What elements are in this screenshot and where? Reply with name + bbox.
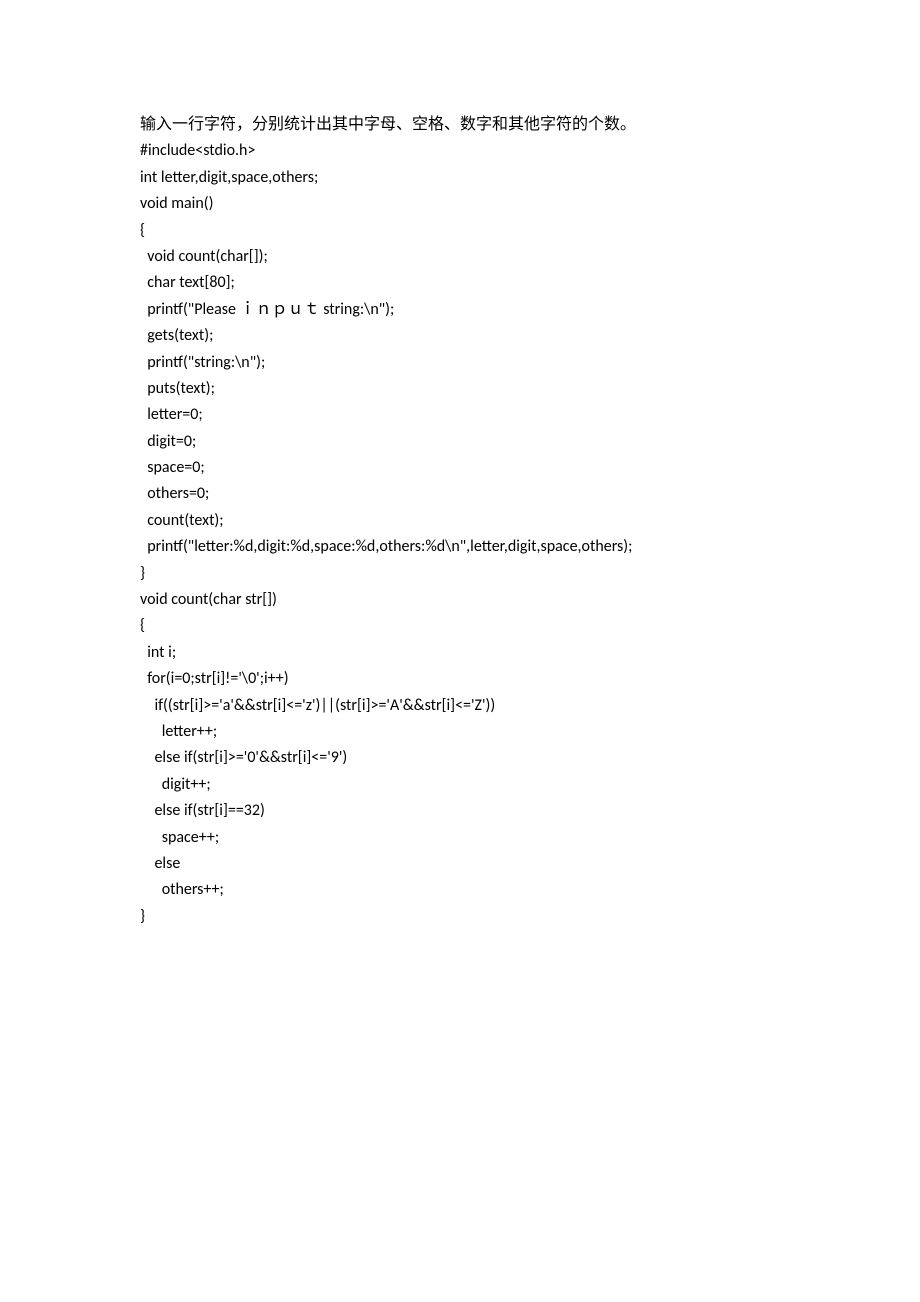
code-line: char text[80]; — [140, 270, 780, 296]
code-line: space=0; — [140, 455, 780, 481]
code-line: count(text); — [140, 508, 780, 534]
code-line: } — [140, 904, 780, 930]
code-line: for(i=0;str[i]!='\0';i++) — [140, 666, 780, 692]
code-line: 输入一行字符，分别统计出其中字母、空格、数字和其他字符的个数。 — [140, 112, 780, 138]
code-line: int letter,digit,space,others; — [140, 165, 780, 191]
code-listing: 输入一行字符，分别统计出其中字母、空格、数字和其他字符的个数。#include<… — [140, 112, 780, 930]
code-line: void count(char[]); — [140, 244, 780, 270]
code-line: others++; — [140, 877, 780, 903]
code-line: printf("letter:%d,digit:%d,space:%d,othe… — [140, 534, 780, 560]
code-line: gets(text); — [140, 323, 780, 349]
code-line: int i; — [140, 640, 780, 666]
code-line: else — [140, 851, 780, 877]
code-line: digit=0; — [140, 429, 780, 455]
code-line: } — [140, 561, 780, 587]
document-page: 输入一行字符，分别统计出其中字母、空格、数字和其他字符的个数。#include<… — [0, 0, 920, 930]
code-line: { — [140, 613, 780, 639]
code-line: else if(str[i]==32) — [140, 798, 780, 824]
code-line: else if(str[i]>='0'&&str[i]<='9') — [140, 745, 780, 771]
code-line: void main() — [140, 191, 780, 217]
code-line: printf("Please ｉｎｐｕｔ string:\n"); — [140, 297, 780, 323]
code-line: digit++; — [140, 772, 780, 798]
code-line: letter++; — [140, 719, 780, 745]
code-line: letter=0; — [140, 402, 780, 428]
code-line: void count(char str[]) — [140, 587, 780, 613]
code-line: space++; — [140, 825, 780, 851]
code-line: printf("string:\n"); — [140, 350, 780, 376]
code-line: others=0; — [140, 481, 780, 507]
code-line: if((str[i]>='a'&&str[i]<='z')||(str[i]>=… — [140, 693, 780, 719]
code-line: puts(text); — [140, 376, 780, 402]
code-line: { — [140, 218, 780, 244]
code-line: #include<stdio.h> — [140, 138, 780, 164]
